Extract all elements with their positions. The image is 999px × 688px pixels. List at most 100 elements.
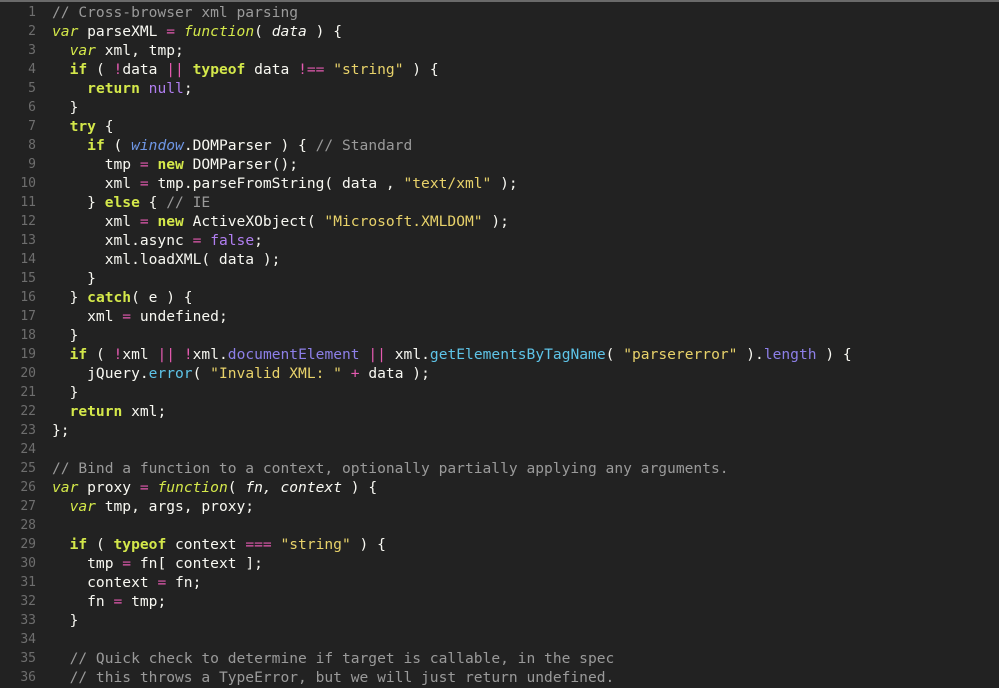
code-line[interactable]: 36 // this throws a TypeError, but we wi… [0, 668, 999, 687]
code-line[interactable]: 13 xml.async = false; [0, 231, 999, 250]
code-line[interactable]: 7 try { [0, 117, 999, 136]
code-line[interactable]: 5 return null; [0, 79, 999, 98]
code-text[interactable]: tmp = new DOMParser(); [36, 155, 298, 174]
code-line[interactable]: 15 } [0, 269, 999, 288]
code-line[interactable]: 34 [0, 630, 999, 649]
code-text[interactable] [36, 630, 52, 649]
code-token: ! [183, 346, 193, 363]
code-line[interactable]: 17 xml = undefined; [0, 307, 999, 326]
code-line[interactable]: 4 if ( !data || typeof data !== "string"… [0, 60, 999, 79]
code-text[interactable]: jQuery.error( "Invalid XML: " + data ); [36, 364, 430, 383]
code-line[interactable]: 18 } [0, 326, 999, 345]
code-text[interactable]: // this throws a TypeError, but we will … [36, 668, 615, 687]
code-line[interactable]: 27 var tmp, args, proxy; [0, 497, 999, 516]
code-line[interactable]: 20 jQuery.error( "Invalid XML: " + data … [0, 364, 999, 383]
code-text[interactable]: } [36, 269, 96, 288]
code-text[interactable]: } [36, 326, 79, 345]
code-token: ; [254, 232, 263, 249]
code-text[interactable]: } else { // IE [36, 193, 210, 212]
code-text[interactable]: var parseXML = function( data ) { [36, 22, 342, 41]
code-text[interactable]: } [36, 383, 79, 402]
line-number: 26 [20, 480, 36, 495]
code-line[interactable]: 8 if ( window.DOMParser ) { // Standard [0, 136, 999, 155]
code-line[interactable]: 23}; [0, 421, 999, 440]
code-text[interactable] [36, 516, 52, 535]
code-line[interactable]: 28 [0, 516, 999, 535]
code-token: { [139, 194, 167, 211]
line-number: 30 [20, 556, 36, 571]
code-text[interactable]: var proxy = function( fn, context ) { [36, 478, 377, 497]
code-text[interactable]: } [36, 611, 79, 630]
code-text[interactable]: fn = tmp; [36, 592, 166, 611]
code-token: data [122, 61, 167, 78]
code-line[interactable]: 1 // Cross-browser xml parsing [0, 3, 999, 22]
code-line[interactable]: 3 var xml, tmp; [0, 41, 999, 60]
code-text[interactable]: var xml, tmp; [36, 41, 184, 60]
code-token: { [95, 118, 114, 135]
code-text[interactable]: if ( window.DOMParser ) { // Standard [36, 136, 412, 155]
code-line[interactable]: 14 xml.loadXML( data ); [0, 250, 999, 269]
code-text[interactable]: if ( !xml || !xml.documentElement || xml… [36, 345, 852, 364]
code-token: tmp, args, proxy; [95, 498, 255, 515]
code-token: }; [52, 422, 70, 439]
code-line[interactable]: 2 var parseXML = function( data ) { [0, 22, 999, 41]
code-token: ) { [306, 23, 343, 40]
code-line[interactable]: 16 } catch( e ) { [0, 288, 999, 307]
code-text[interactable]: return xml; [36, 402, 167, 421]
code-text[interactable]: // Quick check to determine if target is… [36, 649, 615, 668]
code-text[interactable] [36, 440, 52, 459]
code-token: new [157, 213, 184, 230]
code-token: = [122, 555, 132, 572]
code-token: tmp [52, 156, 140, 173]
code-token: xml. [192, 346, 228, 363]
code-text[interactable]: // Bind a function to a context, optiona… [36, 459, 729, 478]
code-line[interactable]: 25 // Bind a function to a context, optio… [0, 459, 999, 478]
code-line[interactable]: 9 tmp = new DOMParser(); [0, 155, 999, 174]
code-text[interactable]: try { [36, 117, 114, 136]
code-token: jQuery. [52, 365, 149, 382]
code-token: = [139, 213, 149, 230]
code-lines[interactable]: 1// Cross-browser xml parsing 2 var parseX… [0, 3, 999, 687]
code-line[interactable]: 6 } [0, 98, 999, 117]
code-line[interactable]: 21 } [0, 383, 999, 402]
code-text[interactable]: if ( typeof context === "string" ) { [36, 535, 386, 554]
code-editor[interactable]: 1// Cross-browser xml parsing 2 var parseX… [0, 0, 999, 688]
code-line[interactable]: 32 fn = tmp; [0, 592, 999, 611]
code-text[interactable]: var tmp, args, proxy; [36, 497, 255, 516]
code-text[interactable]: xml.loadXML( data ); [36, 250, 281, 269]
code-text[interactable]: return null; [36, 79, 192, 98]
code-token: xml [52, 213, 140, 230]
code-token: = [139, 479, 149, 496]
code-line[interactable]: 10 xml = tmp.parseFromString( data , "te… [0, 174, 999, 193]
code-text[interactable]: } catch( e ) { [36, 288, 193, 307]
code-text[interactable]: }; [36, 421, 70, 440]
code-line[interactable]: 12 xml = new ActiveXObject( "Microsoft.X… [0, 212, 999, 231]
code-line[interactable]: 22 return xml; [0, 402, 999, 421]
code-text[interactable]: if ( !data || typeof data !== "string" )… [36, 60, 439, 79]
code-text[interactable]: xml = tmp.parseFromString( data , "text/… [36, 174, 518, 193]
code-line[interactable]: 19 if ( !xml || !xml.documentElement || … [0, 345, 999, 364]
line-number: 12 [20, 214, 36, 229]
code-token: parseXML [78, 23, 167, 40]
line-number: 14 [20, 252, 36, 267]
code-line[interactable]: 31 context = fn; [0, 573, 999, 592]
code-token: tmp [52, 555, 123, 572]
code-line[interactable]: 26 var proxy = function( fn, context ) { [0, 478, 999, 497]
code-line[interactable]: 30 tmp = fn[ context ]; [0, 554, 999, 573]
code-text[interactable]: xml.async = false; [36, 231, 263, 250]
code-line[interactable]: 11 } else { // IE [0, 193, 999, 212]
code-token: // Cross-browser xml parsing [52, 4, 299, 21]
code-text[interactable]: // Cross-browser xml parsing [36, 3, 298, 22]
code-token: new [157, 156, 184, 173]
code-text[interactable]: xml = new ActiveXObject( "Microsoft.XMLD… [36, 212, 509, 231]
code-line[interactable]: 33 } [0, 611, 999, 630]
code-text[interactable]: } [36, 98, 79, 117]
code-line[interactable]: 35 // Quick check to determine if target… [0, 649, 999, 668]
code-line[interactable]: 24 [0, 440, 999, 459]
code-text[interactable]: xml = undefined; [36, 307, 228, 326]
code-line[interactable]: 29 if ( typeof context === "string" ) { [0, 535, 999, 554]
code-text[interactable]: tmp = fn[ context ]; [36, 554, 263, 573]
code-token: var [69, 498, 96, 515]
code-text[interactable]: context = fn; [36, 573, 201, 592]
